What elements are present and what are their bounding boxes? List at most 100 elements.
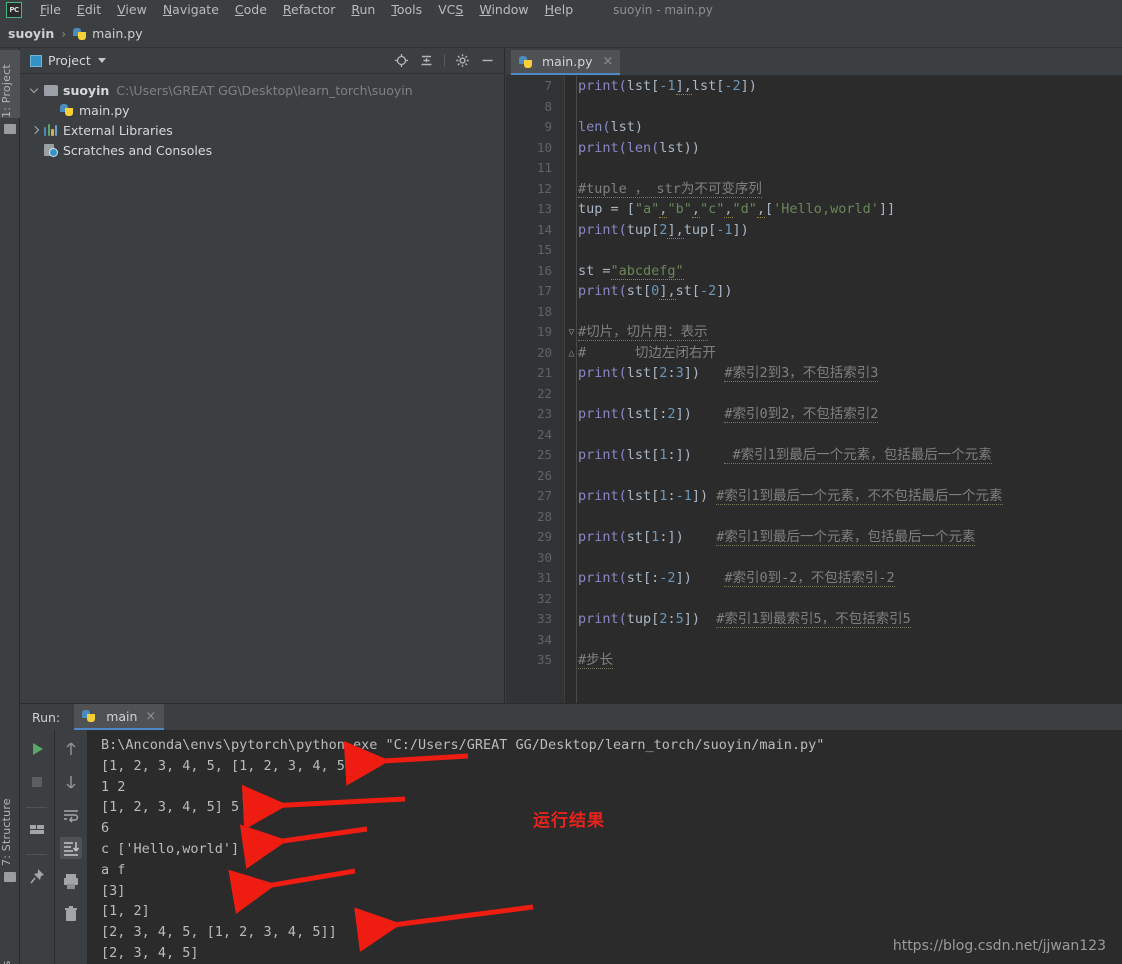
code-line[interactable]: 12 #tuple ， str为不可变序列 [506,179,1122,200]
line-number: 28 [536,508,552,524]
stop-icon[interactable] [26,771,48,793]
code-line[interactable]: 11 [506,158,1122,179]
python-file-icon [82,709,96,723]
folder-icon[interactable] [4,124,16,134]
editor-scrollbar[interactable] [1106,76,1122,703]
menu-item-window[interactable]: Window [471,0,536,20]
project-tree: suoyin C:\Users\GREAT GG\Desktop\learn_to… [20,74,504,160]
code-line[interactable]: 20 △ # 切边左闭右开 [506,343,1122,364]
project-panel-header: Project [20,48,504,74]
line-number: 11 [536,160,552,175]
breadcrumb-project[interactable]: suoyin [8,26,54,41]
tree-item-path: C:\Users\GREAT GG\Desktop\learn_torch\su… [116,82,413,98]
fold-marker-icon[interactable]: ▽ [566,327,577,338]
line-number: 29 [536,529,552,544]
scroll-to-end-icon[interactable] [59,837,82,859]
line-number: 12 [536,180,552,196]
code-text: print(tup[2:5]) #索引1到最索引5，不包括索引5 [578,611,911,628]
sidebar-tab-structure[interactable]: 7: Structure [0,788,20,866]
run-icon[interactable] [26,738,48,760]
tree-item-suoyin[interactable]: suoyin C:\Users\GREAT GG\Desktop\learn_to… [20,80,504,100]
chevron-icon[interactable] [30,125,41,136]
menu-item-tools[interactable]: Tools [383,0,430,20]
soft-wrap-icon[interactable] [60,804,82,826]
sidebar-tab-project[interactable]: 1: Project [0,50,20,118]
code-line[interactable]: 25 print(lst[1:]) #索引1到最后一个元素，包括最后一个元素 [506,445,1122,466]
code-line[interactable]: 8 [506,97,1122,118]
code-line[interactable]: 33 print(tup[2:5]) #索引1到最索引5，不包括索引5 [506,609,1122,630]
line-number: 20 [536,344,552,360]
code-line[interactable]: 15 [506,240,1122,261]
chevron-down-icon[interactable] [97,58,106,63]
structure-icon[interactable] [4,872,16,882]
code-line[interactable]: 14 print(tup[2],tup[-1]) [506,220,1122,241]
tab-main-py[interactable]: main.py × [511,50,621,75]
menu-item-navigate[interactable]: Navigate [155,0,227,20]
trash-icon[interactable] [60,903,82,925]
code-text: print(len(lst)) [578,139,700,156]
code-line[interactable]: 35 #步长 [506,650,1122,671]
code-line[interactable]: 34 [506,630,1122,651]
line-number: 33 [536,611,552,626]
console-output[interactable]: B:\Anconda\envs\pytorch\python.exe "C:/U… [87,730,1122,964]
menu-item-code[interactable]: Code [227,0,275,20]
menu-item-vcs[interactable]: VCS [430,0,471,20]
code-line[interactable]: 18 [506,302,1122,323]
pin-icon[interactable] [26,865,48,887]
menu-item-help[interactable]: Help [537,0,582,20]
close-icon[interactable]: × [145,709,156,724]
line-number: 16 [536,262,552,278]
code-line[interactable]: 22 [506,384,1122,405]
console-line: 6 [101,820,110,837]
code-line[interactable]: 19 ▽ #切片，切片用：表示 [506,322,1122,343]
run-tab-main[interactable]: main × [74,704,165,730]
menu-item-file[interactable]: File [32,0,69,20]
code-line[interactable]: 28 [506,507,1122,528]
layout-icon[interactable] [26,818,48,840]
locate-icon[interactable] [394,53,409,68]
code-line[interactable]: 23 print(lst[:2]) #索引0到2，不包括索引2 [506,404,1122,425]
code-line[interactable]: 9 len(lst) [506,117,1122,138]
code-line[interactable]: 17 print(st[0],st[-2]) [506,281,1122,302]
line-number: 30 [536,549,552,565]
breadcrumb-file[interactable]: main.py [92,26,143,41]
gear-icon[interactable] [455,53,470,68]
code-line[interactable]: 21 print(lst[2:3]) #索引2到3，不包括索引3 [506,363,1122,384]
code-line[interactable]: 32 [506,589,1122,610]
run-panel: Run: main × B:\Anconda\envs\pytorch\pyth… [20,703,1122,964]
chevron-icon[interactable] [30,85,41,96]
code-text: #步长 [578,652,614,669]
fold-marker-icon[interactable]: △ [566,348,577,359]
code-line[interactable]: 7 print(lst[-1],lst[-2]) [506,76,1122,97]
code-line[interactable]: 31 print(st[:-2]) #索引0到-2，不包括索引-2 [506,568,1122,589]
code-line[interactable]: 13 tup = ["a","b","c","d",['Hello,world']… [506,199,1122,220]
sidebar-tab-favorites[interactable]: rites [0,940,20,964]
menu-item-refactor[interactable]: Refactor [275,0,343,20]
tree-item-main-py[interactable]: main.py [20,100,504,120]
close-icon[interactable]: × [603,55,614,68]
code-line[interactable]: 10 print(len(lst)) [506,138,1122,159]
code-line[interactable]: 27 print(lst[1:-1]) #索引1到最后一个元素，不不包括最后一个元… [506,486,1122,507]
run-panel-header: Run: main × [20,704,1122,730]
up-arrow-icon[interactable] [60,738,82,760]
menu-item-run[interactable]: Run [343,0,383,20]
menu-item-view[interactable]: View [109,0,155,20]
tree-item-external-libraries[interactable]: External Libraries [20,120,504,140]
code-line[interactable]: 24 [506,425,1122,446]
minimize-icon[interactable] [480,53,495,68]
code-line[interactable]: 16 st ="abcdefg" [506,261,1122,282]
collapse-all-icon[interactable] [419,53,434,68]
code-line[interactable]: 26 [506,466,1122,487]
menu-item-edit[interactable]: Edit [69,0,109,20]
tree-item-label: External Libraries [63,122,173,138]
tree-item-scratches-and-consoles[interactable]: Scratches and Consoles [20,140,504,160]
code-line[interactable]: 29 print(st[1:]) #索引1到最后一个元素，包括最后一个元素 [506,527,1122,548]
code-text: print(tup[2],tup[-1]) [578,221,749,239]
code-text: print(lst[:2]) #索引0到2，不包括索引2 [578,406,879,423]
code-editor[interactable]: 7 print(lst[-1],lst[-2]) 8 9 len(lst) 10 print… [506,76,1122,703]
down-arrow-icon[interactable] [60,771,82,793]
print-icon[interactable] [60,870,82,892]
code-text: print(lst[2:3]) #索引2到3，不包括索引3 [578,365,879,382]
code-line[interactable]: 30 [506,548,1122,569]
code-text: # 切边左闭右开 [578,344,716,361]
